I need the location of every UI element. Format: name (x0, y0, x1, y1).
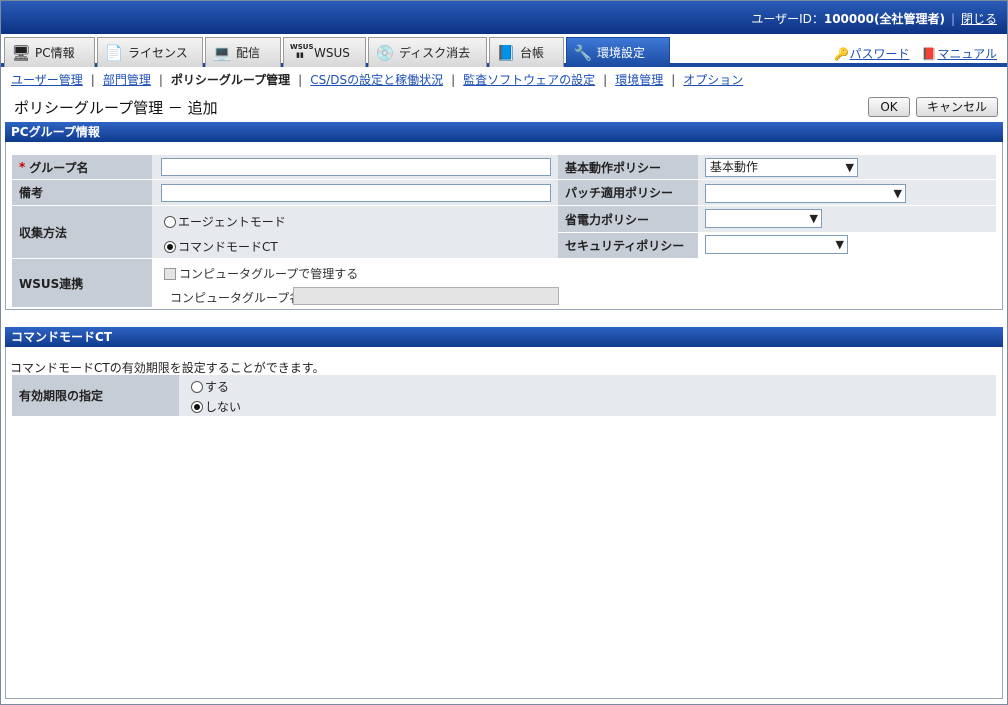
subnav-separator: | (158, 73, 163, 87)
radio-circle (164, 215, 176, 228)
subnav-separator: | (603, 73, 608, 87)
chevron-down-icon: ▼ (893, 187, 902, 200)
radio-circle (191, 380, 203, 393)
chevron-down-icon: ▼ (845, 161, 854, 174)
security-policy-select[interactable]: ▼ (705, 235, 848, 254)
tab-distribution[interactable]: 💻 配信 (205, 37, 281, 67)
expiry-setting-cell (179, 375, 996, 416)
basic-policy-label: 基本動作ポリシー (558, 155, 698, 179)
pc-group-section-header: PCグループ情報 (5, 122, 1003, 142)
main-tab-bar: 🖥 PC情報 📄 ライセンス 💻 配信 WSUS ▮▮ WSUS 💿 ディスク消去 📘 台帳 … (1, 35, 1007, 67)
page-title: ポリシーグループ管理 － 追加 (14, 99, 218, 117)
subnav-options[interactable]: オプション (683, 73, 743, 87)
chevron-down-icon: ▼ (809, 212, 818, 225)
cancel-button[interactable]: キャンセル (916, 97, 998, 117)
tab-wsus[interactable]: WSUS ▮▮ WSUS (283, 37, 366, 67)
distribution-icon: 💻 (212, 43, 232, 62)
command-mode-section: コマンドモードCTの有効期限を設定することができます。 有効期限の指定 する し… (5, 347, 1003, 699)
settings-tools-icon: 🔧 (573, 43, 593, 62)
tab-pc-info[interactable]: 🖥 PC情報 (4, 37, 95, 67)
group-name-label: * グループ名 (12, 155, 152, 179)
manual-link[interactable]: マニュアル (937, 47, 997, 61)
radio-label: コマンドモードCT (178, 240, 278, 254)
patch-policy-label: パッチ適用ポリシー (558, 180, 698, 205)
radio-agent-mode[interactable]: エージェントモード (164, 213, 286, 230)
top-bar: ユーザーID：100000(全社管理者) | 閉じる (1, 1, 1007, 34)
tab-settings[interactable]: 🔧 環境設定 (566, 37, 670, 67)
radio-expiry-yes[interactable]: する (191, 378, 229, 395)
radio-command-mode-ct[interactable]: コマンドモードCT (164, 238, 278, 255)
basic-policy-select[interactable]: 基本動作 ▼ (705, 158, 858, 177)
manual-book-icon: 📕 (921, 47, 937, 61)
radio-expiry-no[interactable]: しない (191, 398, 241, 415)
sub-navigation: ユーザー管理 | 部門管理 | ポリシーグループ管理 | CS/DSの設定と稼働状況 | 監査ソ… (1, 71, 1007, 91)
user-info: ユーザーID：100000(全社管理者) | 閉じる (751, 10, 997, 27)
radio-circle-selected (191, 400, 203, 413)
user-id-value: 100000(全社管理者) (823, 12, 945, 26)
tab-label: ライセンス (128, 46, 188, 60)
group-name-label-text: グループ名 (29, 160, 89, 175)
select-value: 基本動作 (710, 160, 759, 174)
subnav-separator: | (671, 73, 676, 87)
tab-disk-erase[interactable]: 💿 ディスク消去 (368, 37, 487, 67)
collect-method-label: 収集方法 (12, 206, 152, 258)
command-mode-description: コマンドモードCTの有効期限を設定することができます。 (10, 361, 325, 375)
wsus-checkbox[interactable]: コンピュータグループで管理する (164, 265, 358, 282)
key-icon: 🔑 (834, 47, 849, 61)
tab-label: WSUS (314, 45, 350, 60)
required-mark: * (19, 160, 26, 174)
password-link[interactable]: パスワード (850, 47, 910, 61)
radio-label: エージェントモード (178, 215, 286, 229)
pc-group-section: * グループ名 備考 収集方法 エージェントモード コマンドモードCT WSUS連… (5, 142, 1003, 310)
subnav-separator: | (298, 73, 303, 87)
subnav-separator: | (90, 73, 95, 87)
subnav-department-management[interactable]: 部門管理 (103, 73, 151, 87)
wsus-link-label: WSUS連携 (12, 259, 152, 307)
expiry-setting-label: 有効期限の指定 (12, 375, 179, 416)
ok-button[interactable]: OK (868, 97, 910, 117)
header-separator: | (950, 12, 955, 26)
tab-ledger[interactable]: 📘 台帳 (489, 37, 564, 67)
subnav-audit-software[interactable]: 監査ソフトウェアの設定 (463, 73, 595, 87)
checkbox-box (164, 267, 176, 280)
ledger-icon: 📘 (496, 43, 516, 62)
command-mode-section-header: コマンドモードCT (5, 327, 1003, 347)
subnav-environment-management[interactable]: 環境管理 (615, 73, 663, 87)
tab-label: ディスク消去 (399, 46, 471, 60)
power-policy-label: 省電力ポリシー (558, 206, 698, 232)
tab-license[interactable]: 📄 ライセンス (97, 37, 203, 67)
right-links: 🔑パスワード 📕マニュアル (834, 45, 997, 62)
pc-icon: 🖥 (11, 43, 31, 62)
patch-policy-select[interactable]: ▼ (705, 184, 906, 203)
disk-erase-icon: 💿 (375, 43, 395, 62)
chevron-down-icon: ▼ (835, 238, 844, 251)
radio-label: しない (205, 400, 242, 414)
license-icon: 📄 (104, 43, 124, 62)
wsus-icon: WSUS ▮▮ (290, 42, 314, 59)
user-id-prefix: ユーザーID： (751, 12, 824, 26)
computer-group-name-input[interactable] (293, 287, 559, 305)
note-input[interactable] (161, 184, 551, 202)
radio-circle-selected (164, 240, 176, 253)
group-name-input[interactable] (161, 158, 551, 176)
note-label: 備考 (12, 180, 152, 205)
power-policy-select[interactable]: ▼ (705, 209, 822, 228)
subnav-cs-ds-settings[interactable]: CS/DSの設定と稼働状況 (310, 73, 443, 87)
subnav-separator: | (451, 73, 456, 87)
checkbox-label: コンピュータグループで管理する (179, 267, 359, 281)
radio-label: する (205, 380, 230, 394)
subnav-policy-group-current: ポリシーグループ管理 (170, 73, 291, 87)
tab-label: 配信 (236, 46, 261, 60)
tab-label: PC情報 (35, 46, 75, 60)
security-policy-label: セキュリティポリシー (558, 233, 698, 258)
computer-group-name-label: コンピュータグループ名 (170, 291, 302, 305)
tab-label: 環境設定 (597, 46, 646, 60)
tab-label: 台帳 (520, 46, 545, 60)
wsus-icon-badge: WSUS (290, 42, 314, 51)
subnav-user-management[interactable]: ユーザー管理 (11, 73, 83, 87)
close-link[interactable]: 閉じる (961, 12, 997, 26)
